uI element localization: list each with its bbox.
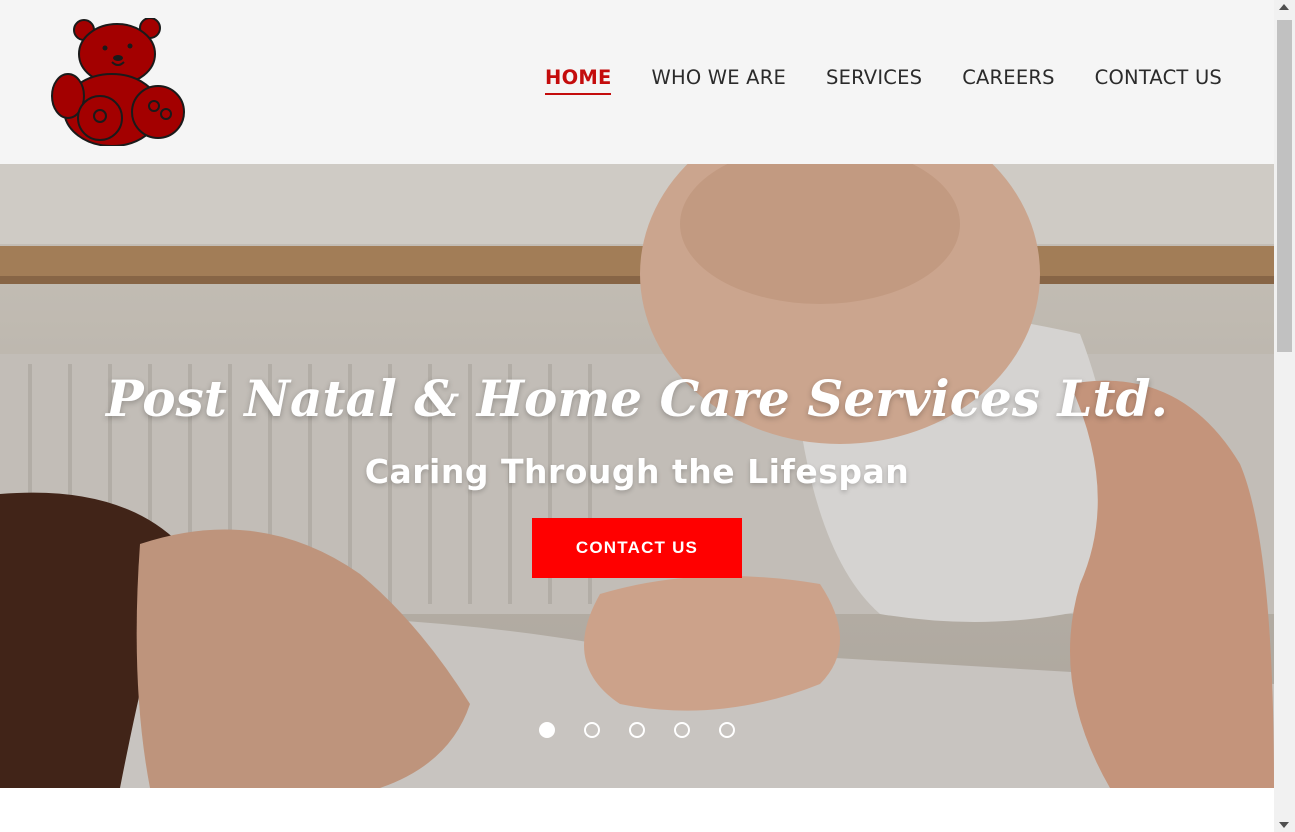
site-header: HOME WHO WE ARE SERVICES CAREERS CONTACT… <box>0 0 1274 164</box>
nav-contact-us[interactable]: CONTACT US <box>1095 66 1222 95</box>
teddy-bear-logo-icon[interactable] <box>50 18 188 146</box>
slider-pagination <box>539 722 735 738</box>
slide-dot-3[interactable] <box>629 722 645 738</box>
nav-careers[interactable]: CAREERS <box>962 66 1054 95</box>
nav-who-we-are[interactable]: WHO WE ARE <box>651 66 786 95</box>
slide-dot-2[interactable] <box>584 722 600 738</box>
page-scrollbar[interactable] <box>1274 0 1295 832</box>
nav-home[interactable]: HOME <box>545 66 612 95</box>
hero-title: Post Natal & Home Care Services Ltd. <box>105 369 1168 428</box>
scroll-down-arrow-icon[interactable] <box>1279 822 1289 828</box>
slide-dot-1[interactable] <box>539 722 555 738</box>
slide-dot-4[interactable] <box>674 722 690 738</box>
hero-slider: Post Natal & Home Care Services Ltd. Car… <box>0 164 1274 788</box>
main-nav: HOME WHO WE ARE SERVICES CAREERS CONTACT… <box>545 66 1222 95</box>
hero-subtitle: Caring Through the Lifespan <box>364 452 910 491</box>
slide-dot-5[interactable] <box>719 722 735 738</box>
nav-services[interactable]: SERVICES <box>826 66 922 95</box>
scrollbar-thumb[interactable] <box>1277 20 1292 352</box>
scroll-up-arrow-icon[interactable] <box>1279 4 1289 10</box>
contact-us-button[interactable]: CONTACT US <box>532 518 742 578</box>
